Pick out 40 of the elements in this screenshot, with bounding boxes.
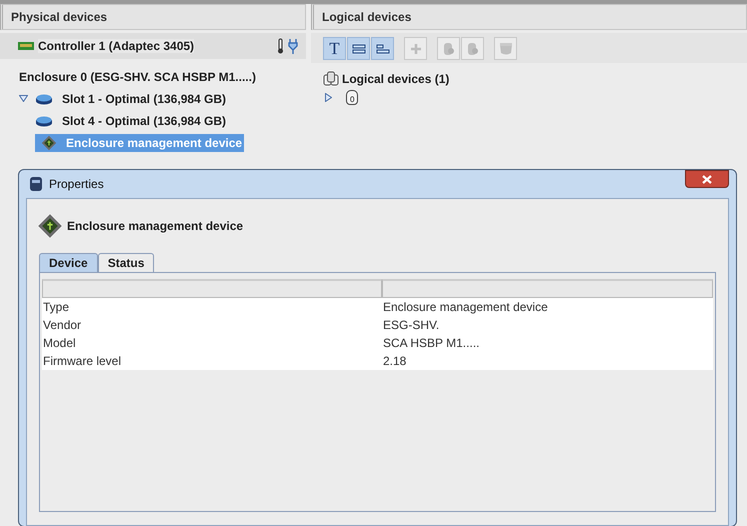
close-button[interactable] [685,170,729,188]
tab[interactable]: Status [98,253,154,272]
pane-title: Logical devices [311,4,747,30]
table-cell: Enclosure management device [382,298,713,316]
hard-disk-icon [35,114,53,126]
collapsed-triangle-icon[interactable] [325,93,332,102]
controller-card-icon [18,42,34,50]
tree-item[interactable]: Logical devices (1) [323,71,747,86]
disk-tower-icon [29,176,43,192]
pane-title: Physical devices [0,4,306,30]
table-cell: 2.18 [382,352,713,370]
list-view-button[interactable] [347,37,370,60]
tree-item[interactable]: Slot 4 - Optimal (136,984 GB) [35,112,228,128]
table-cell: SCA HSBP M1..... [382,334,713,352]
table-cell: Firmware level [42,352,382,370]
cache-icon [498,42,514,56]
list-view-button[interactable] [371,37,394,60]
dialog-title: Properties [49,177,104,191]
tree-item[interactable]: Slot 1 - Optimal (136,984 GB) [35,90,228,106]
tree-item[interactable]: Enclosure 0 (ESG-SHV. SCA HSBP M1.....) [19,70,256,84]
rows-icon [352,42,366,54]
thermometer-icon[interactable] [277,38,284,54]
tab[interactable]: Device [39,253,98,272]
controller-label[interactable]: Controller 1 (Adaptec 3405) [38,39,194,53]
chip-icon [37,213,63,239]
expanded-triangle-icon[interactable] [19,95,28,102]
hard-disk-icon [35,92,53,104]
rows-icon [376,42,390,54]
table-cell: Model [42,334,382,352]
table-cell: Type [42,298,382,316]
device-heading: Enclosure management device [67,219,244,233]
cylinders-icon [323,71,339,86]
chip-icon [41,134,57,150]
close-icon [702,174,712,184]
plus-icon [410,42,422,54]
table-cell: ESG-SHV. [382,316,713,334]
plug-icon[interactable] [288,38,298,54]
table-cell: Vendor [42,316,382,334]
text-view-button[interactable]: T [323,37,346,60]
logical-drive[interactable]: 0 [346,90,358,105]
